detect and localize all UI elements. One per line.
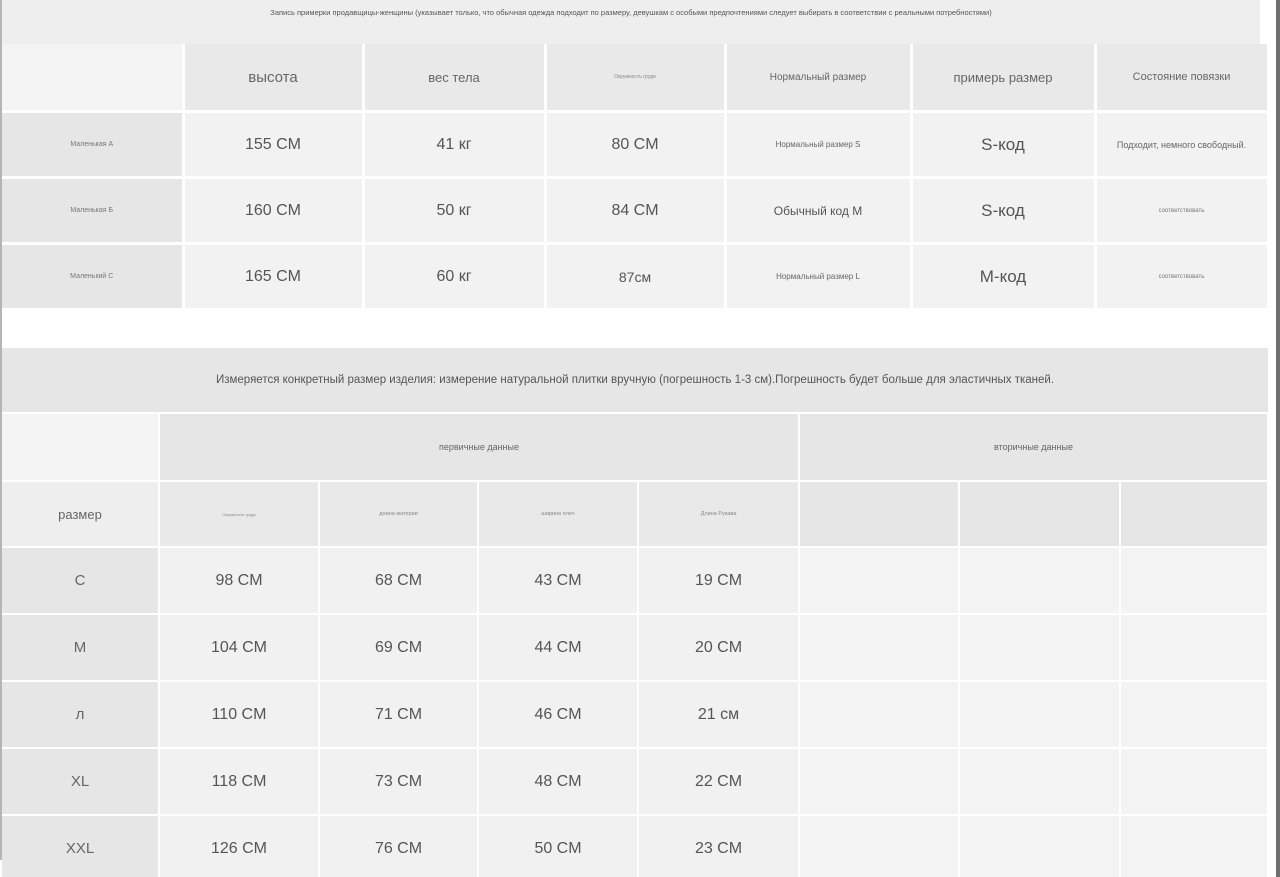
model-fit-state: Подходит, немного свободный. xyxy=(1095,111,1268,179)
secondary-column-header xyxy=(959,481,1121,548)
secondary-cell xyxy=(959,748,1121,816)
model-normal-size: Нормальный размер S xyxy=(725,111,913,179)
secondary-cell xyxy=(1120,681,1268,749)
secondary-cell xyxy=(1120,547,1268,615)
size-row: M 104 CM 69 CM 44 CM 20 CM xyxy=(2,614,1268,682)
secondary-cell xyxy=(799,748,960,816)
right-edge xyxy=(1268,0,1280,877)
sleeve-value: 23 CM xyxy=(638,815,800,877)
size-row: C 98 CM 68 CM 43 CM 19 CM xyxy=(2,547,1268,615)
right-edge-line xyxy=(1276,0,1280,877)
secondary-cell xyxy=(799,681,960,749)
size-group-row: первичные данные вторичные данные xyxy=(2,414,1268,482)
model-weight: 50 кг xyxy=(363,177,547,245)
secondary-cell xyxy=(1120,614,1268,682)
secondary-cell xyxy=(959,547,1121,615)
model-bust: 80 CM xyxy=(545,111,727,179)
shoulder-value: 48 CM xyxy=(478,748,639,816)
column-header-sleeve: Длина Рукава xyxy=(638,481,800,548)
model-weight: 60 кг xyxy=(363,243,547,311)
bust-value: 126 CM xyxy=(159,815,320,877)
length-value: 71 CM xyxy=(319,681,479,749)
secondary-cell xyxy=(799,815,960,877)
secondary-cell xyxy=(959,815,1121,877)
bust-value: 110 CM xyxy=(159,681,320,749)
model-normal-size: Обычный код M xyxy=(725,177,913,245)
model-name: Маленькая Б xyxy=(2,177,185,245)
secondary-cell xyxy=(959,681,1121,749)
column-header-length: длина материи xyxy=(319,481,479,548)
size-row: л 110 CM 71 CM 46 CM 21 см xyxy=(2,681,1268,749)
model-try-size: S-код xyxy=(911,111,1097,179)
size-header-corner xyxy=(2,414,160,482)
secondary-cell xyxy=(1120,815,1268,877)
group-primary-label: первичные данные xyxy=(159,414,800,482)
model-height: 160 CM xyxy=(183,177,365,245)
fitting-header-weight: вес тела xyxy=(363,44,547,113)
bust-value: 104 CM xyxy=(159,614,320,682)
secondary-column-header xyxy=(1120,481,1268,548)
fitting-header-bust: Окружность груди xyxy=(545,44,727,113)
shoulder-value: 43 CM xyxy=(478,547,639,615)
column-header-bust: Окружность груди xyxy=(159,481,320,548)
length-value: 68 CM xyxy=(319,547,479,615)
secondary-column-header xyxy=(799,481,960,548)
fitting-header-row: высота вес тела Окружность груди Нормаль… xyxy=(2,44,1268,113)
model-height: 165 CM xyxy=(183,243,365,311)
model-bust: 87см xyxy=(545,243,727,311)
secondary-cell xyxy=(1120,748,1268,816)
fitting-note: Запись примерки продавщицы-женщины (указ… xyxy=(2,0,1260,44)
size-label: M xyxy=(2,614,160,682)
fitting-row: Маленькая А 155 CM 41 кг 80 CM Нормальны… xyxy=(2,111,1268,179)
fitting-header-try-size: примерь размер xyxy=(911,44,1097,113)
model-fit-state: соответствовать xyxy=(1095,243,1268,311)
model-try-size: M-код xyxy=(911,243,1097,311)
size-label: XL xyxy=(2,748,160,816)
model-name: Маленькая А xyxy=(2,111,185,179)
shoulder-value: 50 CM xyxy=(478,815,639,877)
column-header-shoulder: ширина плеч xyxy=(478,481,639,548)
sleeve-value: 22 CM xyxy=(638,748,800,816)
model-weight: 41 кг xyxy=(363,111,547,179)
bust-value: 98 CM xyxy=(159,547,320,615)
model-bust: 84 CM xyxy=(545,177,727,245)
model-try-size: S-код xyxy=(911,177,1097,245)
bust-value: 118 CM xyxy=(159,748,320,816)
model-name: Маленький С xyxy=(2,243,185,311)
secondary-cell xyxy=(959,614,1121,682)
secondary-cell xyxy=(799,547,960,615)
group-secondary-label: вторичные данные xyxy=(799,414,1268,482)
size-label: л xyxy=(2,681,160,749)
size-row: XXL 126 CM 76 CM 50 CM 23 CM xyxy=(2,815,1268,877)
fitting-header-corner xyxy=(2,44,185,113)
shoulder-value: 46 CM xyxy=(478,681,639,749)
model-height: 155 CM xyxy=(183,111,365,179)
size-table: первичные данные вторичные данные размер… xyxy=(2,414,1268,877)
length-value: 69 CM xyxy=(319,614,479,682)
measure-note: Измеряется конкретный размер изделия: из… xyxy=(2,348,1268,412)
size-chart-image: Запись примерки продавщицы-женщины (указ… xyxy=(0,0,1268,877)
fitting-header-fit-state: Состояние повязки xyxy=(1095,44,1268,113)
size-label: C xyxy=(2,547,160,615)
fitting-table: высота вес тела Окружность груди Нормаль… xyxy=(2,44,1268,311)
length-value: 76 CM xyxy=(319,815,479,877)
fitting-row: Маленький С 165 CM 60 кг 87см Нормальный… xyxy=(2,243,1268,311)
size-column-header: размер xyxy=(2,481,160,548)
shoulder-value: 44 CM xyxy=(478,614,639,682)
fitting-row: Маленькая Б 160 CM 50 кг 84 CM Обычный к… xyxy=(2,177,1268,245)
fitting-header-normal-size: Нормальный размер xyxy=(725,44,913,113)
model-fit-state: соответствовать xyxy=(1095,177,1268,245)
size-label: XXL xyxy=(2,815,160,877)
fitting-header-height: высота xyxy=(183,44,365,113)
sleeve-value: 21 см xyxy=(638,681,800,749)
secondary-cell xyxy=(799,614,960,682)
size-row: XL 118 CM 73 CM 48 CM 22 CM xyxy=(2,748,1268,816)
sleeve-value: 20 CM xyxy=(638,614,800,682)
size-column-header-row: размер Окружность груди длина материи ши… xyxy=(2,481,1268,548)
sleeve-value: 19 CM xyxy=(638,547,800,615)
model-normal-size: Нормальный размер L xyxy=(725,243,913,311)
length-value: 73 CM xyxy=(319,748,479,816)
